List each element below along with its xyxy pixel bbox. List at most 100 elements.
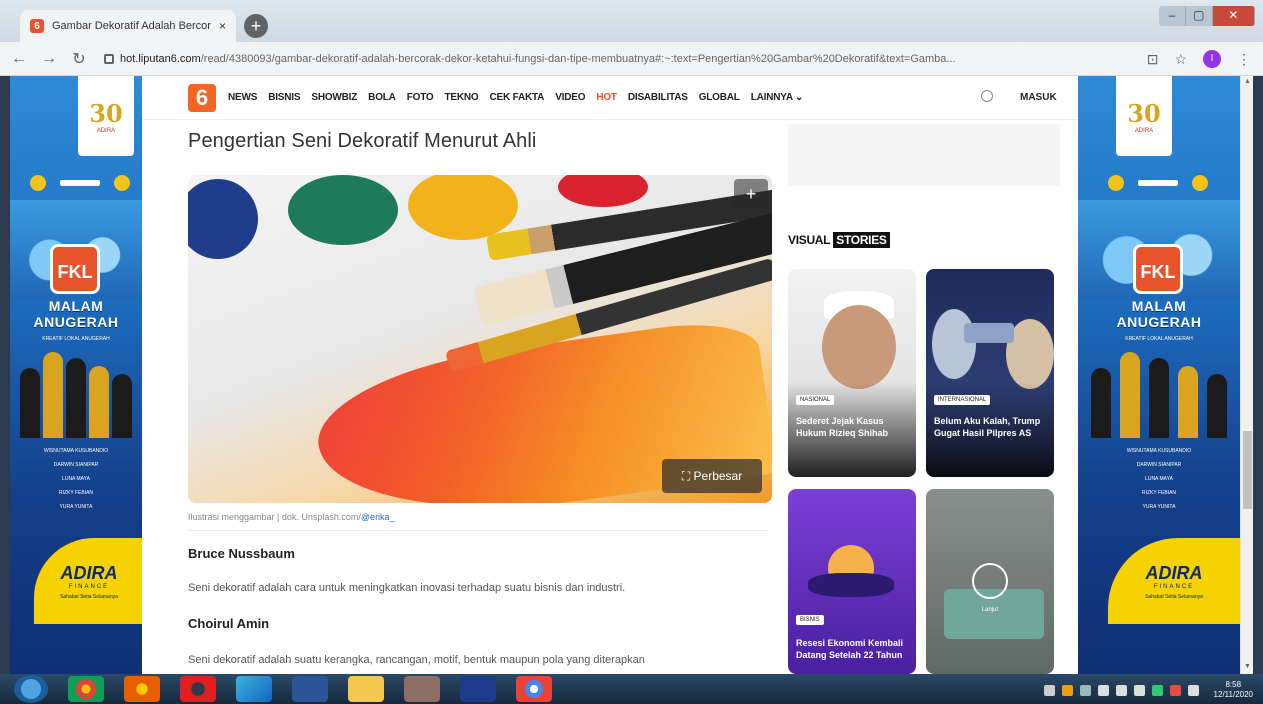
maximize-button[interactable]: ▢: [1185, 6, 1213, 26]
nav-bola[interactable]: BOLA: [368, 92, 396, 103]
taskbar-app-icon[interactable]: [236, 676, 272, 702]
banner-title: MALAM ANUGERAH: [1078, 298, 1240, 330]
taskbar-word-icon[interactable]: [292, 676, 328, 702]
minimize-button[interactable]: –: [1159, 6, 1186, 26]
tab-close-icon[interactable]: ×: [219, 19, 226, 33]
url-path: /read/4380093/gambar-dekoratif-adalah-be…: [200, 53, 956, 65]
scroll-up-icon[interactable]: ▲: [1243, 78, 1252, 87]
system-tray: 8:58 12/11/2020: [1043, 680, 1253, 700]
visual-stories-highlight: STORIES: [833, 232, 890, 248]
adira-wordmark: ADIRA: [1145, 562, 1203, 583]
article-hero-image[interactable]: + ⛶ Perbesar: [188, 175, 772, 503]
menu-kebab-icon[interactable]: ⋮: [1237, 51, 1251, 68]
banner-subtitle: KREATIF LOKAL ANUGERAH: [1125, 336, 1193, 342]
volume-icon[interactable]: [1187, 684, 1199, 696]
scroll-down-icon[interactable]: ▼: [1243, 663, 1252, 672]
story-tag: NASIONAL: [796, 395, 835, 405]
nav-showbiz[interactable]: SHOWBIZ: [311, 92, 357, 103]
address-bar[interactable]: hot.liputan6.com/read/4380093/gambar-dek…: [104, 47, 1114, 71]
taskbar-clock[interactable]: 8:58 12/11/2020: [1214, 680, 1253, 700]
taskbar-app-icon[interactable]: [404, 676, 440, 702]
tray-icon[interactable]: [1133, 684, 1145, 696]
tray-icon[interactable]: [1061, 684, 1073, 696]
tray-icon[interactable]: [1079, 684, 1091, 696]
banner-logo-sub: ADIRA: [1134, 127, 1154, 134]
banner-subtitle: KREATIF LOKAL ANUGERAH: [42, 336, 110, 342]
forward-button[interactable]: →: [38, 50, 60, 68]
nav-video[interactable]: VIDEO: [555, 92, 585, 103]
visual-stories-heading: VISUAL STORIES: [788, 232, 890, 248]
browser-tab[interactable]: 6 Gambar Dekoratif Adalah Bercor ×: [20, 10, 236, 42]
tray-icon[interactable]: [1151, 684, 1163, 696]
nav-tekno[interactable]: TEKNO: [445, 92, 479, 103]
right-ad-banner[interactable]: 30 ADIRA FKL MALAM ANUGERAH KREATIF LOKA…: [1078, 76, 1240, 674]
zoom-button[interactable]: ⛶ Perbesar: [662, 459, 762, 493]
nav-cek-fakta[interactable]: CEK FAKTA: [490, 92, 545, 103]
story-card[interactable]: INTERNASIONAL Belum Aku Kalah, Trump Gug…: [926, 269, 1054, 477]
story-card[interactable]: Lanjut: [926, 489, 1054, 674]
nav-news[interactable]: NEWS: [228, 92, 257, 103]
nav-lainnya[interactable]: LAINNYA ⌄: [751, 92, 804, 103]
tab-title: Gambar Dekoratif Adalah Bercor: [52, 20, 211, 32]
bookmark-star-icon[interactable]: ☆: [1174, 51, 1187, 68]
banner-partner-logos: [1108, 174, 1208, 192]
taskbar-chrome-icon[interactable]: [68, 676, 104, 702]
story-tag: BISNIS: [796, 615, 824, 625]
taskbar-app-icon[interactable]: [460, 676, 496, 702]
banner-partner-logos: [30, 174, 130, 192]
scroll-thumb[interactable]: [1243, 431, 1252, 509]
url-host: hot.liputan6.com: [120, 53, 201, 65]
taskbar-chrome-active-icon[interactable]: [516, 676, 552, 702]
adira-logo: ADIRA FINANCE Sahabat Setia Selamanya: [34, 538, 142, 624]
new-tab-button[interactable]: +: [244, 14, 268, 38]
screen: 6 Gambar Dekoratif Adalah Bercor × + – ▢…: [0, 0, 1263, 704]
taskbar-explorer-icon[interactable]: [348, 676, 384, 702]
toolbar-right: ⊡ ☆ I ⋮: [1147, 50, 1251, 68]
banner-logo-number: 30: [1127, 98, 1161, 128]
windows-taskbar: 8:58 12/11/2020: [0, 674, 1263, 704]
back-button[interactable]: ←: [8, 50, 30, 68]
tray-icon[interactable]: [1043, 684, 1055, 696]
liputan6-favicon-icon: 6: [30, 19, 44, 33]
banner-people: [18, 348, 134, 438]
nav-hot[interactable]: HOT: [596, 92, 617, 103]
nav-global[interactable]: GLOBAL: [699, 92, 740, 103]
reload-button[interactable]: ↻: [68, 49, 90, 69]
liputan6-logo[interactable]: 6: [188, 83, 216, 112]
story-card[interactable]: BISNIS Resesi Ekonomi Kembali Datang Set…: [788, 489, 916, 674]
profile-avatar[interactable]: I: [1203, 50, 1221, 68]
next-story-icon[interactable]: [972, 563, 1008, 599]
nav-disabilitas[interactable]: DISABILITAS: [628, 92, 688, 103]
expert-paragraph: Seni dekoratif adalah suatu kerangka, ra…: [188, 654, 645, 666]
tray-icon[interactable]: [1169, 684, 1181, 696]
banner-name: DARWIN SIANIPAR: [1136, 462, 1182, 468]
banner-logo: 30 ADIRA: [1116, 76, 1172, 156]
page-scrollbar[interactable]: ▲ ▼: [1240, 76, 1253, 674]
next-story-label: Lanjut: [981, 607, 999, 613]
taskbar-opera-icon[interactable]: [180, 676, 216, 702]
start-button[interactable]: [14, 675, 48, 703]
left-ad-banner[interactable]: 30 ADIRA FKL MALAM ANUGERAH KREATIF LOKA…: [10, 76, 142, 674]
banner-name: WISNUTAMA KUSUBANDIO: [1126, 448, 1192, 454]
banner-name: YURA YUNITA: [59, 504, 93, 510]
close-window-button[interactable]: ✕: [1212, 6, 1255, 26]
search-icon[interactable]: [981, 90, 993, 102]
banner-names: WISNUTAMA KUSUBANDIO DARWIN SIANIPAR LUN…: [10, 444, 142, 514]
nav-foto[interactable]: FOTO: [407, 92, 434, 103]
article-heading: Pengertian Seni Dekoratif Menurut Ahli: [188, 130, 537, 152]
banner-name: LUNA MAYA: [1145, 476, 1173, 482]
banner-title-line1: MALAM: [48, 298, 104, 314]
banner-name: WISNUTAMA KUSUBANDIO: [43, 448, 109, 454]
caption-credit-link[interactable]: @erika_: [361, 512, 395, 522]
network-icon[interactable]: [1097, 684, 1109, 696]
banner-name: YURA YUNITA: [1142, 504, 1176, 510]
browser-titlebar: 6 Gambar Dekoratif Adalah Bercor × + – ▢…: [0, 0, 1263, 42]
tray-icon[interactable]: [1115, 684, 1127, 696]
main-nav: NEWS BISNIS SHOWBIZ BOLA FOTO TEKNO CEK …: [228, 92, 803, 103]
nav-bisnis[interactable]: BISNIS: [268, 92, 300, 103]
login-link[interactable]: MASUK: [1020, 92, 1057, 103]
story-card[interactable]: NASIONAL Sederet Jejak Kasus Hukum Rizie…: [788, 269, 916, 477]
translate-icon[interactable]: ⊡: [1147, 51, 1159, 68]
expand-plus-icon[interactable]: +: [734, 179, 768, 209]
taskbar-firefox-icon[interactable]: [124, 676, 160, 702]
